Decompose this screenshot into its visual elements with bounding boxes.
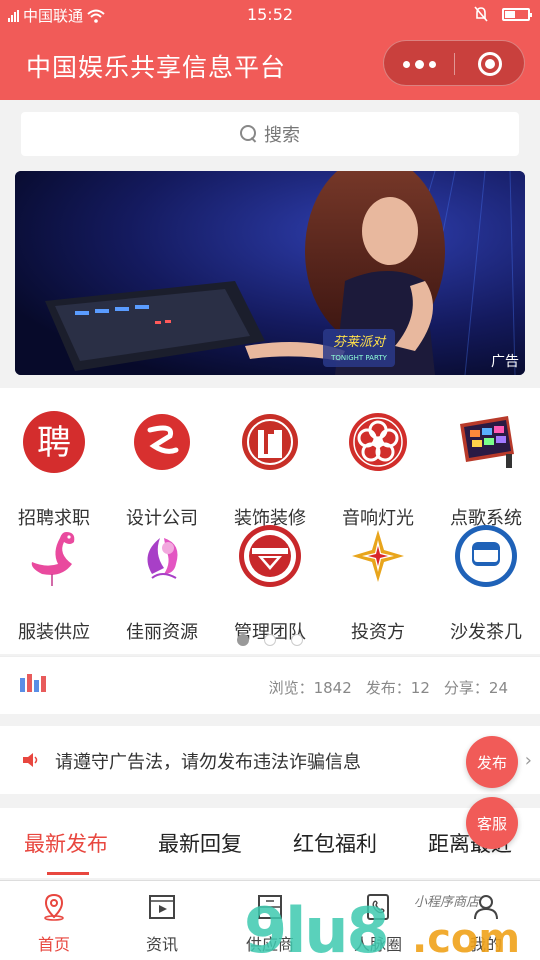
chevron-right-icon: ›	[524, 750, 532, 771]
stats-bar: 浏览：1842 发布：12 分享：24	[0, 656, 540, 714]
svg-text:聘: 聘	[37, 423, 71, 463]
supplier-icon	[258, 895, 282, 919]
tabbar-mine[interactable]: 我的	[432, 881, 540, 960]
active-tab-indicator	[47, 872, 89, 875]
tabbar-label: 人脉圈	[353, 935, 402, 954]
category-clothing[interactable]: 服装供应	[0, 524, 108, 643]
tabbar-news[interactable]: 资讯	[108, 881, 216, 960]
status-time: 15:52	[246, 5, 294, 24]
bottom-tab-bar: 首页 资讯 供应商 人脉圈 我的	[0, 880, 540, 960]
karaoke-icon	[460, 416, 514, 468]
news-icon	[149, 895, 175, 919]
user-icon	[474, 895, 498, 920]
mini-program-capsule	[383, 40, 525, 86]
tabbar-label: 首页	[37, 935, 70, 954]
views-stat: 浏览：1842	[268, 679, 352, 697]
tab-latest-replies[interactable]: 最新回复	[158, 828, 242, 858]
beauty-icon	[147, 538, 178, 579]
page-title: 中国娱乐共享信息平台	[26, 53, 287, 82]
pager-dot[interactable]	[264, 634, 276, 646]
tabbar-label: 供应商	[245, 935, 294, 954]
tabbar-label: 资讯	[145, 935, 178, 954]
posts-stat: 发布：12	[365, 679, 430, 697]
close-target-button[interactable]	[478, 52, 502, 76]
party-logo: 芬莱派对 TONIGHT PARTY	[330, 335, 387, 362]
category-decoration[interactable]: 装饰装修	[216, 410, 324, 529]
design-icon	[134, 414, 190, 470]
search-icon	[240, 125, 258, 143]
battery-icon	[502, 7, 532, 21]
flamingo-icon	[31, 532, 75, 586]
chart-bars-icon	[20, 674, 46, 692]
party-logo-subtitle: TONIGHT PARTY	[330, 354, 387, 362]
mute-bell-icon	[474, 6, 488, 22]
category-design[interactable]: 设计公司	[108, 410, 216, 529]
banner-image	[15, 171, 525, 375]
category-beauty[interactable]: 佳丽资源	[108, 524, 216, 643]
category-karaoke[interactable]: 点歌系统	[432, 410, 540, 529]
tabbar-label: 我的	[469, 935, 502, 954]
more-button[interactable]	[384, 41, 454, 87]
category-audio-light[interactable]: 音响灯光	[324, 410, 432, 529]
ad-tag: 广告	[491, 354, 519, 370]
investor-icon	[352, 530, 404, 582]
decoration-icon	[242, 414, 298, 470]
search-bar[interactable]: 搜索	[21, 112, 519, 156]
speaker-icon	[23, 753, 38, 767]
shares-stat: 分享：24	[443, 679, 508, 697]
audio-light-icon	[349, 413, 407, 471]
capsule-divider	[454, 53, 455, 75]
home-location-icon	[44, 893, 64, 921]
category-grid: 聘 招聘求职 设计公司 装饰装修 音响灯光 点歌系统 服装供应 佳丽资源 管理团…	[0, 388, 540, 654]
notice-bar[interactable]: 请遵守广告法，请勿发布违法诈骗信息 ›	[0, 726, 540, 794]
customer-service-button[interactable]: 客服	[466, 797, 518, 849]
category-recruit[interactable]: 聘 招聘求职	[0, 410, 108, 529]
publish-button[interactable]: 发布	[466, 736, 518, 788]
pager-dot[interactable]	[291, 634, 303, 646]
tab-latest-posts[interactable]: 最新发布	[24, 828, 108, 858]
category-management[interactable]: 管理团队	[216, 524, 324, 643]
category-sofa[interactable]: 沙发茶几	[432, 524, 540, 643]
sofa-icon	[455, 525, 517, 587]
recruit-icon: 聘	[23, 411, 85, 473]
category-investor[interactable]: 投资方	[324, 524, 432, 643]
management-icon	[239, 525, 301, 587]
tabbar-home[interactable]: 首页	[0, 881, 108, 960]
network-icon	[367, 894, 389, 920]
pager-dot[interactable]	[237, 634, 249, 646]
ad-banner[interactable]: 芬莱派对 TONIGHT PARTY 广告	[15, 171, 525, 375]
party-logo-title: 芬莱派对	[333, 335, 387, 350]
content-tabs: 最新发布 最新回复 红包福利 距离最近	[0, 808, 540, 878]
status-right	[474, 6, 532, 22]
category-pager	[0, 634, 540, 646]
search-placeholder: 搜索	[264, 125, 300, 146]
tabbar-network[interactable]: 人脉圈	[324, 881, 432, 960]
navigation-bar: 中国娱乐共享信息平台	[0, 30, 540, 100]
status-bar: 中国联通 15:52	[0, 0, 540, 30]
stats-numbers: 浏览：1842 发布：12 分享：24	[269, 677, 508, 698]
tabbar-supplier[interactable]: 供应商	[216, 881, 324, 960]
tab-red-packets[interactable]: 红包福利	[293, 828, 377, 858]
notice-text: 请遵守广告法，请勿发布违法诈骗信息	[55, 752, 361, 773]
